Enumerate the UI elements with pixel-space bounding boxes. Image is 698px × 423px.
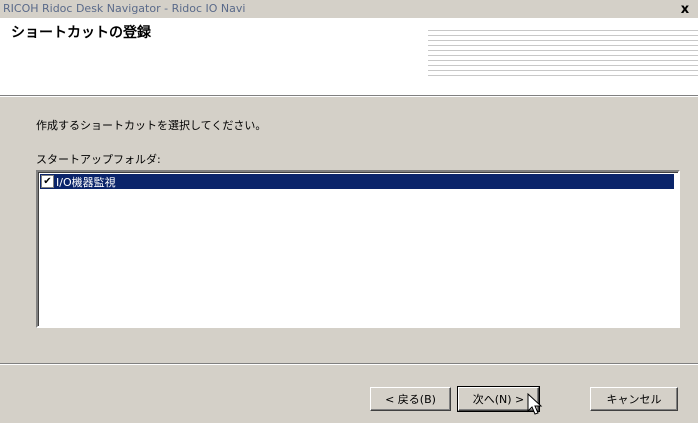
separator	[0, 363, 698, 365]
header-decoration	[428, 26, 698, 82]
title-bar: RICOH Ridoc Desk Navigator - Ridoc IO Na…	[0, 0, 698, 19]
startup-folder-label: スタートアップフォルダ:	[36, 153, 161, 166]
list-item-io-monitor[interactable]: ✔ I/O機器監視	[40, 174, 674, 189]
dialog-window: RICOH Ridoc Desk Navigator - Ridoc IO Na…	[0, 0, 698, 423]
list-item-label: I/O機器監視	[56, 175, 116, 189]
window-title: RICOH Ridoc Desk Navigator - Ridoc IO Na…	[3, 2, 246, 15]
page-title: ショートカットの登録	[11, 25, 151, 41]
checkbox[interactable]: ✔	[41, 175, 54, 188]
mouse-pointer-icon	[527, 393, 543, 415]
close-button[interactable]: x	[677, 1, 693, 17]
instruction-text: 作成するショートカットを選択してください。	[36, 119, 267, 132]
back-button[interactable]: < 戻る(B)	[370, 387, 451, 411]
wizard-header: ショートカットの登録	[0, 18, 698, 96]
cancel-button[interactable]: キャンセル	[590, 387, 678, 411]
shortcut-listbox[interactable]: ✔ I/O機器監視	[36, 170, 680, 328]
